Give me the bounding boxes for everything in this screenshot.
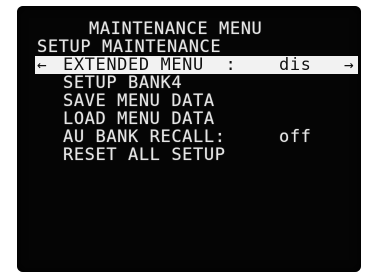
right-arrow-icon[interactable]: → [344,56,354,74]
au-bank-recall-value: off [279,127,312,147]
menu-item-setup-bank4[interactable]: SETUP BANK4 [63,74,182,92]
camera-menu-frame: MAINTENANCE MENU SETUP MAINTENANCE ← EXT… [0,0,378,280]
menu-item-extended-menu[interactable]: ← EXTENDED MENU : dis → [35,56,358,74]
menu-title: MAINTENANCE MENU [89,19,263,39]
menu-item-au-bank-recall[interactable]: AU BANK RECALL: [63,128,226,146]
menu-item-label: EXTENDED MENU : [63,55,237,75]
left-arrow-icon[interactable]: ← [37,56,47,74]
menu-item-reset-all-setup[interactable]: RESET ALL SETUP [63,146,226,164]
menu-screen: MAINTENANCE MENU SETUP MAINTENANCE ← EXT… [17,6,361,272]
menu-item-load-menu-data[interactable]: LOAD MENU DATA [63,110,215,128]
menu-subtitle: SETUP MAINTENANCE [37,37,222,57]
menu-item-value: dis [279,55,312,75]
menu-item-save-menu-data[interactable]: SAVE MENU DATA [63,92,215,110]
